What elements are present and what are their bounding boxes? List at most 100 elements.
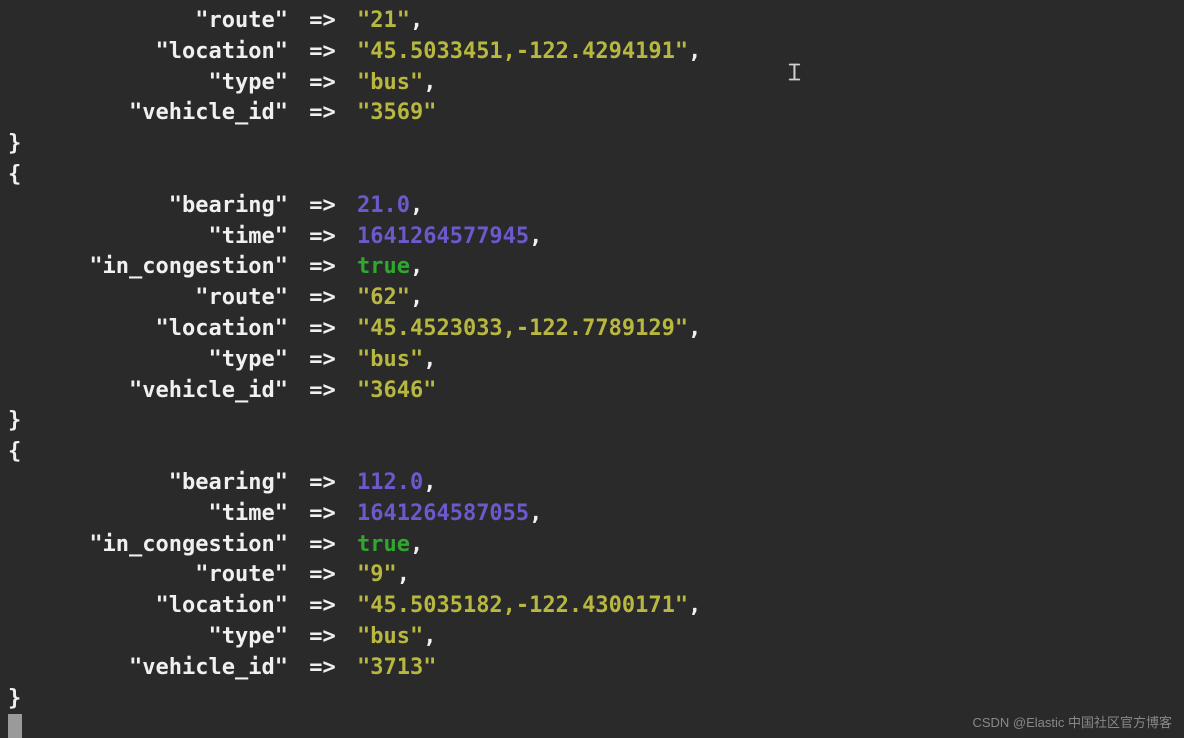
close-brace: }	[8, 406, 21, 437]
hash-key: "vehicle_id"	[129, 655, 288, 680]
hash-value-number: 1641264577945	[357, 222, 529, 253]
comma: ,	[423, 345, 436, 376]
hash-key: "bearing"	[169, 193, 288, 218]
hash-value-string: "bus"	[357, 68, 423, 99]
hash-value-string: "3713"	[357, 653, 436, 684]
comma: ,	[423, 468, 436, 499]
comma: ,	[688, 37, 701, 68]
code-line: "in_congestion" => true,	[8, 252, 1176, 283]
hash-value-number: 21.0	[357, 191, 410, 222]
code-line: "location" => "45.5033451,-122.4294191",	[8, 37, 1176, 68]
hash-arrow: =>	[288, 468, 357, 499]
hash-arrow: =>	[288, 191, 357, 222]
hash-value-string: "45.5033451,-122.4294191"	[357, 37, 688, 68]
hash-key: "in_congestion"	[89, 532, 288, 557]
hash-key: "location"	[156, 39, 288, 64]
close-brace: }	[8, 129, 21, 160]
hash-value-string: "45.5035182,-122.4300171"	[357, 591, 688, 622]
hash-key: "route"	[195, 285, 288, 310]
watermark-text: CSDN @Elastic 中国社区官方博客	[972, 714, 1172, 732]
open-brace: {	[8, 437, 21, 468]
hash-value-string: "62"	[357, 283, 410, 314]
code-line: "vehicle_id" => "3713"	[8, 653, 1176, 684]
hash-key: "vehicle_id"	[129, 100, 288, 125]
hash-arrow: =>	[288, 345, 357, 376]
code-line: "route" => "9",	[8, 560, 1176, 591]
code-line: "route" => "62",	[8, 283, 1176, 314]
hash-value-string: "3569"	[357, 98, 436, 129]
hash-arrow: =>	[288, 314, 357, 345]
comma: ,	[410, 283, 423, 314]
code-line: "location" => "45.5035182,-122.4300171",	[8, 591, 1176, 622]
close-brace: }	[8, 684, 21, 715]
hash-key: "type"	[209, 70, 288, 95]
comma: ,	[410, 530, 423, 561]
hash-value-string: "9"	[357, 560, 397, 591]
hash-key: "location"	[156, 316, 288, 341]
code-line: {	[8, 160, 1176, 191]
comma: ,	[529, 222, 542, 253]
code-line: "type" => "bus",	[8, 68, 1176, 99]
code-line: }	[8, 406, 1176, 437]
comma: ,	[410, 252, 423, 283]
code-line: "time" => 1641264587055,	[8, 499, 1176, 530]
hash-arrow: =>	[288, 622, 357, 653]
hash-arrow: =>	[288, 222, 357, 253]
text-cursor-icon: 𝙸	[786, 56, 803, 90]
hash-arrow: =>	[288, 252, 357, 283]
block-cursor	[8, 714, 22, 738]
code-line: "in_congestion" => true,	[8, 530, 1176, 561]
hash-key: "type"	[209, 347, 288, 372]
hash-key: "route"	[195, 8, 288, 33]
code-line: {	[8, 437, 1176, 468]
hash-key: "type"	[209, 624, 288, 649]
comma: ,	[423, 622, 436, 653]
comma: ,	[423, 68, 436, 99]
open-brace: {	[8, 160, 21, 191]
comma: ,	[397, 560, 410, 591]
hash-key: "location"	[156, 593, 288, 618]
hash-arrow: =>	[288, 376, 357, 407]
code-line: "type" => "bus",	[8, 345, 1176, 376]
hash-arrow: =>	[288, 530, 357, 561]
comma: ,	[410, 6, 423, 37]
hash-key: "time"	[209, 501, 288, 526]
comma: ,	[529, 499, 542, 530]
hash-value-number: 112.0	[357, 468, 423, 499]
hash-key: "bearing"	[169, 470, 288, 495]
code-line: "time" => 1641264577945,	[8, 222, 1176, 253]
hash-key: "route"	[195, 562, 288, 587]
comma: ,	[688, 314, 701, 345]
hash-arrow: =>	[288, 98, 357, 129]
terminal-output: "route" => "21","location" => "45.503345…	[8, 6, 1176, 738]
code-line: "bearing" => 21.0,	[8, 191, 1176, 222]
hash-arrow: =>	[288, 499, 357, 530]
hash-value-string: "45.4523033,-122.7789129"	[357, 314, 688, 345]
code-line: }	[8, 684, 1176, 715]
hash-arrow: =>	[288, 560, 357, 591]
hash-arrow: =>	[288, 37, 357, 68]
hash-value-string: "3646"	[357, 376, 436, 407]
hash-value-boolean: true	[357, 530, 410, 561]
comma: ,	[410, 191, 423, 222]
hash-value-string: "bus"	[357, 345, 423, 376]
hash-key: "time"	[209, 224, 288, 249]
hash-arrow: =>	[288, 653, 357, 684]
hash-value-boolean: true	[357, 252, 410, 283]
hash-key: "in_congestion"	[89, 254, 288, 279]
code-line: "route" => "21",	[8, 6, 1176, 37]
code-line: "vehicle_id" => "3646"	[8, 376, 1176, 407]
code-line: "bearing" => 112.0,	[8, 468, 1176, 499]
code-line: "type" => "bus",	[8, 622, 1176, 653]
code-line: }	[8, 129, 1176, 160]
hash-value-number: 1641264587055	[357, 499, 529, 530]
code-line: "location" => "45.4523033,-122.7789129",	[8, 314, 1176, 345]
hash-key: "vehicle_id"	[129, 378, 288, 403]
hash-value-string: "bus"	[357, 622, 423, 653]
hash-arrow: =>	[288, 68, 357, 99]
hash-arrow: =>	[288, 6, 357, 37]
hash-value-string: "21"	[357, 6, 410, 37]
comma: ,	[688, 591, 701, 622]
code-line: "vehicle_id" => "3569"	[8, 98, 1176, 129]
hash-arrow: =>	[288, 591, 357, 622]
